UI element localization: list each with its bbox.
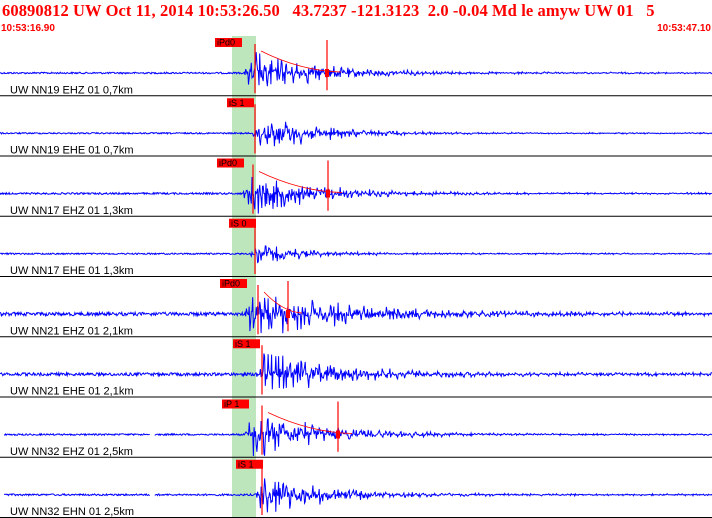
coda-decay-curve — [260, 50, 342, 73]
pick-label-text: iS 1 — [235, 339, 251, 349]
pick-label-text: iS 1 — [238, 459, 254, 469]
event-header: 60890812 UW Oct 11, 2014 10:53:26.50 43.… — [0, 0, 712, 36]
station-channel-label: UW NN17 EHZ 01 1,3km — [10, 205, 133, 217]
pick-label-text: iPd0 — [217, 38, 235, 48]
phase-pick-marker[interactable]: iP 1 — [222, 399, 249, 409]
seismogram-panel[interactable]: iPd0 UW NN19 EHZ 01 0,7km iS 1 UW NN19 EHE … — [0, 36, 712, 518]
phase-pick-marker[interactable]: iS 1 — [233, 339, 260, 349]
pick-label-text: iPd0 — [219, 158, 237, 168]
phase-pick-marker[interactable]: iS 1 — [236, 459, 263, 469]
seismogram-canvas[interactable]: iPd0 UW NN19 EHZ 01 0,7km iS 1 UW NN19 EHE … — [0, 36, 712, 518]
waveform-trace — [0, 121, 712, 147]
station-channel-label: UW NN21 EHZ 01 2,1km — [10, 325, 133, 337]
phase-pick-marker[interactable]: iPd0 — [215, 38, 242, 48]
coda-pick-marker[interactable] — [326, 189, 330, 198]
pick-label-text: iS 0 — [231, 218, 247, 228]
station-channel-label: UW NN19 EHZ 01 0,7km — [10, 84, 133, 96]
coda-pick-marker[interactable] — [286, 310, 290, 318]
station-channel-label: UW NN17 EHE 01 1,3km — [10, 265, 133, 277]
waveform-trace — [0, 353, 712, 390]
end-time-label: 10:53:47.10 — [657, 23, 711, 34]
waveform-trace — [0, 52, 712, 87]
station-channel-label: UW NN32 EHN 01 2,5km — [10, 506, 134, 518]
traces-group: iPd0 UW NN19 EHZ 01 0,7km iS 1 UW NN19 EHE … — [0, 38, 712, 518]
phase-pick-marker[interactable]: iPd0 — [220, 279, 247, 289]
start-time-label: 10:53:16.90 — [1, 23, 55, 34]
station-channel-label: UW NN21 EHE 01 2,1km — [10, 386, 133, 398]
station-channel-label: UW NN32 EHZ 01 2,5km — [10, 446, 133, 458]
coda-pick-marker[interactable] — [336, 430, 340, 439]
pick-label-text: iS 1 — [229, 98, 245, 108]
coda-decay-curve — [258, 171, 343, 193]
event-title: 60890812 UW Oct 11, 2014 10:53:26.50 43.… — [2, 1, 655, 20]
waveform-trace — [0, 245, 712, 264]
pick-label-text: iP 1 — [224, 399, 239, 409]
pick-label-text: iPd0 — [222, 279, 240, 289]
phase-pick-marker[interactable]: iS 0 — [229, 218, 256, 228]
coda-pick-marker[interactable] — [325, 69, 329, 77]
coda-decay-curve — [263, 291, 303, 314]
phase-pick-marker[interactable]: iPd0 — [217, 158, 244, 168]
station-channel-label: UW NN19 EHE 01 0,7km — [10, 145, 133, 157]
phase-pick-marker[interactable]: iS 1 — [227, 98, 254, 108]
